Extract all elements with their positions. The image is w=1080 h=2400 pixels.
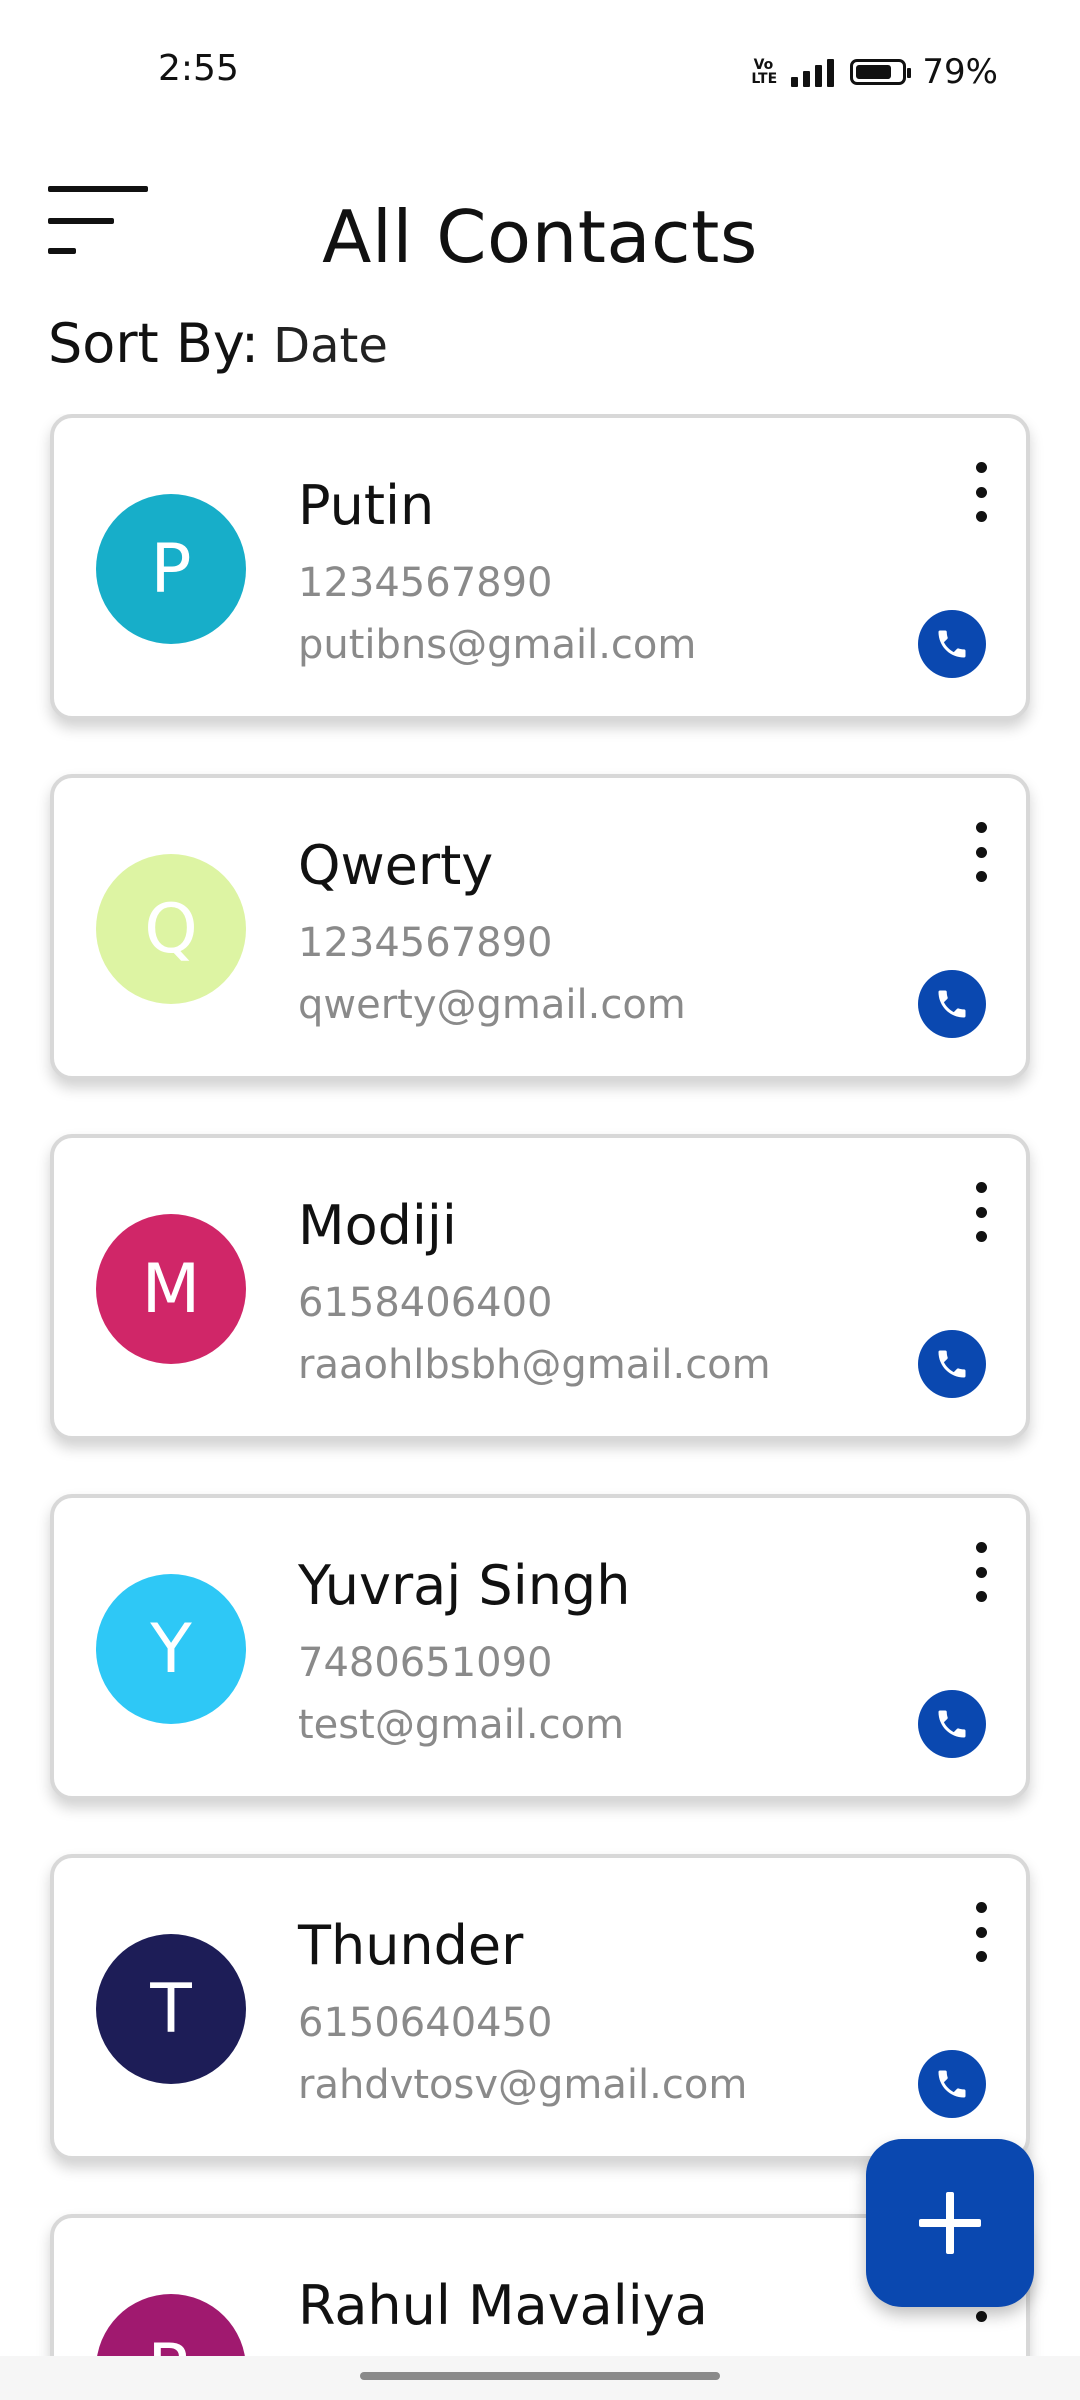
contacts-list[interactable]: P Putin 1234567890 putibns@gmail.com Q Qwerty…	[0, 414, 1080, 2356]
call-button[interactable]	[918, 1690, 986, 1758]
contact-phone: 6158406400	[298, 1280, 553, 1326]
contact-email: test@gmail.com	[298, 1702, 625, 1748]
more-vertical-icon[interactable]	[966, 1182, 996, 1242]
contact-name: Thunder	[298, 1914, 524, 1977]
avatar: Y	[96, 1574, 246, 1724]
volte-icon: Vo LTE	[751, 57, 778, 87]
sort-value[interactable]: Date	[273, 318, 388, 374]
contact-phone: 1234567890	[298, 920, 553, 966]
status-time: 2:55	[158, 48, 239, 89]
phone-icon	[934, 1706, 970, 1742]
phone-icon	[934, 2066, 970, 2102]
phone-icon	[934, 1346, 970, 1382]
battery-percent: 79%	[922, 52, 998, 92]
more-vertical-icon[interactable]	[966, 822, 996, 882]
sort-control[interactable]: Sort By: Date	[48, 312, 388, 375]
contact-card[interactable]: P Putin 1234567890 putibns@gmail.com	[50, 414, 1030, 720]
call-button[interactable]	[918, 970, 986, 1038]
more-vertical-icon[interactable]	[966, 1902, 996, 1962]
contact-email: rahdvtosv@gmail.com	[298, 2062, 748, 2108]
more-vertical-icon[interactable]	[966, 462, 996, 522]
avatar: Q	[96, 854, 246, 1004]
add-contact-button[interactable]	[866, 2139, 1034, 2307]
contact-email: putibns@gmail.com	[298, 622, 697, 668]
battery-icon	[850, 59, 912, 85]
page-title: All Contacts	[322, 195, 758, 279]
avatar: T	[96, 1934, 246, 2084]
contact-phone: 7480651090	[298, 1640, 553, 1686]
home-indicator[interactable]	[360, 2372, 720, 2380]
contact-card[interactable]: Y Yuvraj Singh 7480651090 test@gmail.com	[50, 1494, 1030, 1800]
contact-name: Rahul Mavaliya	[298, 2274, 708, 2337]
contact-card[interactable]: T Thunder 6150640450 rahdvtosv@gmail.com	[50, 1854, 1030, 2160]
sort-label: Sort By:	[48, 312, 260, 375]
call-button[interactable]	[918, 1330, 986, 1398]
contact-phone: 1234567890	[298, 560, 553, 606]
contact-email: raaohlbsbh@gmail.com	[298, 1342, 771, 1388]
avatar: M	[96, 1214, 246, 1364]
contact-name: Yuvraj Singh	[298, 1554, 631, 1617]
call-button[interactable]	[918, 610, 986, 678]
contact-name: Putin	[298, 474, 435, 537]
plus-icon-bar	[919, 2219, 981, 2227]
contact-email: qwerty@gmail.com	[298, 982, 686, 1028]
contact-name: Qwerty	[298, 834, 494, 897]
contact-phone: 6150640450	[298, 2000, 553, 2046]
phone-icon	[934, 986, 970, 1022]
status-bar: 2:55 Vo LTE 79%	[0, 0, 1080, 140]
status-indicators: Vo LTE 79%	[751, 52, 998, 92]
contact-name: Modiji	[298, 1194, 457, 1257]
call-button[interactable]	[918, 2050, 986, 2118]
battery-level	[856, 65, 892, 79]
more-vertical-icon[interactable]	[966, 1542, 996, 1602]
avatar: R	[96, 2294, 246, 2356]
contact-card[interactable]: Q Qwerty 1234567890 qwerty@gmail.com	[50, 774, 1030, 1080]
signal-icon	[791, 57, 835, 87]
avatar: P	[96, 494, 246, 644]
contact-card[interactable]: M Modiji 6158406400 raaohlbsbh@gmail.com	[50, 1134, 1030, 1440]
phone-icon	[934, 626, 970, 662]
